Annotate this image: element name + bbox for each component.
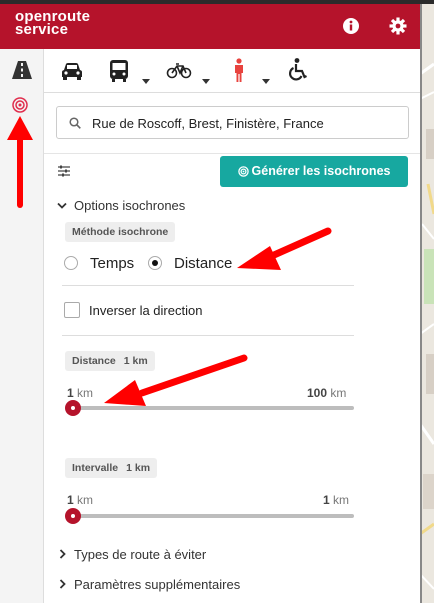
divider <box>62 285 354 286</box>
distance-min-unit: km <box>77 386 94 400</box>
avoid-road-types-toggle[interactable]: Types de route à éviter <box>74 547 206 562</box>
isochrones-panel: Rue de Roscoff, Brest, Finistère, France… <box>44 49 420 603</box>
generate-isochrones-button[interactable]: Générer les isochrones <box>220 156 408 187</box>
method-time-radio[interactable] <box>64 256 78 270</box>
distance-min-value: 1 <box>67 386 74 400</box>
distance-chip: Distance 1 km <box>65 351 155 371</box>
chevron-down-icon[interactable] <box>142 79 150 84</box>
gear-icon[interactable] <box>388 16 408 36</box>
chevron-down-icon[interactable] <box>262 79 270 84</box>
method-time-label[interactable]: Temps <box>90 255 134 272</box>
chevron-down-icon[interactable] <box>202 79 210 84</box>
map-view[interactable] <box>420 4 434 603</box>
divider <box>62 335 354 336</box>
method-chip: Méthode isochrone <box>65 222 176 242</box>
info-icon[interactable] <box>341 16 361 36</box>
invert-direction-label[interactable]: Inverser la direction <box>89 303 202 318</box>
invert-direction-checkbox[interactable] <box>64 302 80 318</box>
method-distance-radio[interactable] <box>148 256 162 270</box>
distance-max-value: 100 <box>307 386 328 400</box>
car-icon[interactable] <box>60 57 84 85</box>
interval-slider-thumb[interactable] <box>65 508 81 524</box>
left-sidebar <box>0 49 44 603</box>
interval-chip-value: 1 km <box>126 462 151 474</box>
interval-max-unit: km <box>333 493 350 507</box>
distance-slider-thumb[interactable] <box>65 400 81 416</box>
bus-icon[interactable] <box>107 57 131 85</box>
settings-sliders-icon[interactable] <box>58 165 70 177</box>
chevron-right-icon[interactable] <box>59 549 66 559</box>
distance-min-label: 1 km <box>67 386 93 400</box>
app-header: openroute service <box>0 4 420 49</box>
pedestrian-icon[interactable] <box>231 57 247 85</box>
generate-button-label: Générer les isochrones <box>251 164 391 178</box>
additional-settings-toggle[interactable]: Paramètres supplémentaires <box>74 577 240 592</box>
interval-max-value: 1 <box>323 493 330 507</box>
interval-chip: Intervalle 1 km <box>65 458 158 478</box>
profile-bar <box>44 49 420 93</box>
distance-max-unit: km <box>330 386 347 400</box>
method-chip-label: Méthode isochrone <box>72 226 169 238</box>
search-icon <box>69 117 81 129</box>
chevron-down-icon[interactable] <box>57 202 67 210</box>
interval-min-value: 1 <box>67 493 74 507</box>
distance-chip-label: Distance <box>72 355 116 367</box>
interval-max-label: 1 km <box>323 493 349 507</box>
isochrones-icon[interactable] <box>12 97 28 113</box>
distance-max-label: 100 km <box>307 386 346 400</box>
location-search-input[interactable]: Rue de Roscoff, Brest, Finistère, France <box>56 106 409 139</box>
bicycle-icon[interactable] <box>166 57 192 85</box>
distance-chip-value: 1 km <box>123 355 148 367</box>
isochrones-icon <box>237 166 249 177</box>
isochrone-options-toggle[interactable]: Options isochrones <box>74 198 185 213</box>
divider <box>44 153 420 154</box>
interval-min-label: 1 km <box>67 493 93 507</box>
interval-min-unit: km <box>77 493 94 507</box>
search-value: Rue de Roscoff, Brest, Finistère, France <box>92 116 324 131</box>
distance-slider-track[interactable] <box>66 406 354 410</box>
app-logo[interactable]: openroute service <box>15 9 90 37</box>
directions-icon[interactable] <box>12 61 32 79</box>
interval-chip-label: Intervalle <box>72 462 119 474</box>
chevron-right-icon[interactable] <box>59 579 66 589</box>
method-distance-label[interactable]: Distance <box>174 255 232 272</box>
interval-slider-track[interactable] <box>66 514 354 518</box>
wheelchair-icon[interactable] <box>286 57 308 85</box>
